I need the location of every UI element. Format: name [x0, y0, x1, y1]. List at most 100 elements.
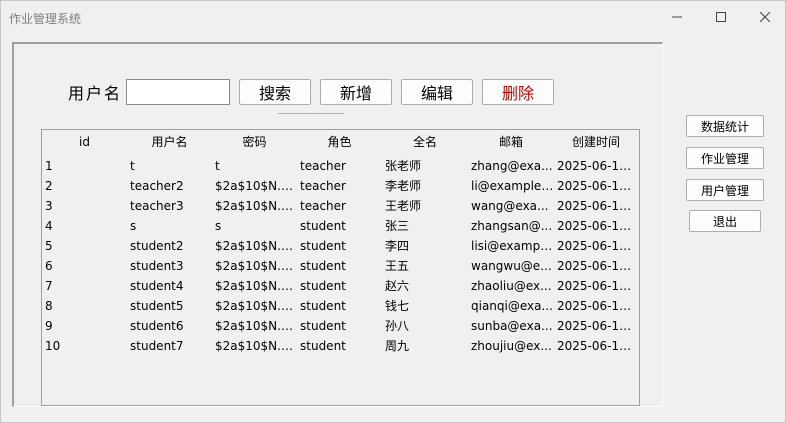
maximize-button[interactable]	[699, 1, 743, 33]
table-row[interactable]: 4 s s student 张三 zhangsan@... 2025-06-18…	[42, 216, 639, 236]
cell-id: 9	[45, 319, 53, 333]
cell-username: teacher3	[130, 199, 184, 213]
close-button[interactable]	[743, 1, 786, 33]
cell-fullname: 李老师	[385, 179, 422, 193]
cell-created-at: 2025-06-18 ...	[557, 339, 638, 353]
column-header-created-at[interactable]: 创建时间	[554, 130, 638, 154]
cell-role: student	[300, 299, 346, 313]
search-button[interactable]: 搜索	[239, 79, 311, 105]
cell-email: zhaoliu@ex...	[471, 279, 552, 293]
user-management-panel: 用户名 搜索 新增 编辑 删除 id 用户名 密码 角色 全名 邮箱 创建时间 …	[12, 42, 663, 407]
cell-password: s	[215, 219, 222, 233]
cell-role: teacher	[300, 199, 346, 213]
cell-fullname: 赵六	[385, 279, 410, 293]
stats-button[interactable]: 数据统计	[686, 115, 764, 137]
cell-password: $2a$10$N.z...	[215, 259, 297, 273]
cell-password: $2a$10$N.z...	[215, 339, 297, 353]
search-input[interactable]	[126, 79, 230, 105]
table-row[interactable]: 7 student4 $2a$10$N.z... student 赵六 zhao…	[42, 276, 639, 296]
cell-created-at: 2025-06-18 ...	[557, 179, 638, 193]
cell-created-at: 2025-06-18 ...	[557, 299, 638, 313]
cell-id: 4	[45, 219, 53, 233]
table-row[interactable]: 3 teacher3 $2a$10$N.z... teacher 王老师 wan…	[42, 196, 639, 216]
cell-fullname: 张三	[385, 219, 410, 233]
homework-management-button[interactable]: 作业管理	[686, 147, 764, 169]
table-row[interactable]: 1 t t teacher 张老师 zhang@exa... 2025-06-1…	[42, 156, 639, 176]
cell-password: $2a$10$N.z...	[215, 299, 297, 313]
cell-fullname: 周九	[385, 339, 410, 353]
cell-password: $2a$10$N.z...	[215, 279, 297, 293]
minimize-button[interactable]	[655, 1, 699, 33]
search-label: 用户名	[68, 84, 123, 103]
cell-role: student	[300, 339, 346, 353]
cell-created-at: 2025-06-18 ...	[557, 279, 638, 293]
cell-fullname: 李四	[385, 239, 410, 253]
cell-email: sunba@exa...	[471, 319, 553, 333]
window-title: 作业管理系统	[9, 12, 82, 26]
column-header-role[interactable]: 角色	[297, 130, 382, 154]
cell-email: zhangsan@...	[471, 219, 553, 233]
cell-role: student	[300, 239, 346, 253]
separator	[278, 113, 344, 114]
cell-email: qianqi@exa...	[471, 299, 553, 313]
column-header-email[interactable]: 邮箱	[468, 130, 554, 154]
cell-fullname: 王老师	[385, 199, 422, 213]
cell-username: student7	[130, 339, 184, 353]
table-row[interactable]: 2 teacher2 $2a$10$N.z... teacher 李老师 li@…	[42, 176, 639, 196]
cell-username: s	[130, 219, 137, 233]
user-table[interactable]: id 用户名 密码 角色 全名 邮箱 创建时间 1 t t teacher 张老…	[41, 129, 640, 406]
cell-role: teacher	[300, 179, 346, 193]
title-bar[interactable]: 作业管理系统	[1, 1, 785, 33]
cell-id: 3	[45, 199, 53, 213]
main-window: 作业管理系统 用户名 搜索 新增 编辑 删除 id 用户名 密码 角色 全名 邮…	[0, 0, 786, 423]
column-header-id[interactable]: id	[42, 130, 127, 154]
cell-email: wang@exa...	[471, 199, 549, 213]
table-row[interactable]: 5 student2 $2a$10$N.z... student 李四 lisi…	[42, 236, 639, 256]
cell-email: wangwu@e...	[471, 259, 552, 273]
cell-id: 1	[45, 159, 53, 173]
cell-password: $2a$10$N.z...	[215, 239, 297, 253]
cell-username: student6	[130, 319, 184, 333]
close-icon	[760, 12, 770, 22]
cell-email: li@example....	[471, 179, 554, 193]
cell-fullname: 王五	[385, 259, 410, 273]
exit-button[interactable]: 退出	[689, 210, 761, 232]
cell-email: zhang@exa...	[471, 159, 553, 173]
cell-fullname: 孙八	[385, 319, 410, 333]
column-header-username[interactable]: 用户名	[127, 130, 212, 154]
cell-id: 2	[45, 179, 53, 193]
cell-password: t	[215, 159, 220, 173]
cell-username: student2	[130, 239, 184, 253]
cell-id: 7	[45, 279, 53, 293]
cell-fullname: 张老师	[385, 159, 422, 173]
table-row[interactable]: 6 student3 $2a$10$N.z... student 王五 wang…	[42, 256, 639, 276]
edit-button[interactable]: 编辑	[401, 79, 473, 105]
delete-button[interactable]: 删除	[482, 79, 554, 105]
cell-created-at: 2025-06-18 ...	[557, 239, 638, 253]
cell-role: student	[300, 279, 346, 293]
cell-role: teacher	[300, 159, 346, 173]
cell-created-at: 2025-06-18 ...	[557, 199, 638, 213]
cell-role: student	[300, 319, 346, 333]
table-row[interactable]: 9 student6 $2a$10$N.z... student 孙八 sunb…	[42, 316, 639, 336]
cell-password: $2a$10$N.z...	[215, 319, 297, 333]
cell-id: 10	[45, 339, 61, 353]
user-management-button[interactable]: 用户管理	[686, 179, 764, 201]
cell-email: zhoujiu@ex...	[471, 339, 552, 353]
cell-id: 5	[45, 239, 53, 253]
table-body: 1 t t teacher 张老师 zhang@exa... 2025-06-1…	[42, 156, 639, 356]
maximize-icon	[716, 12, 726, 22]
column-header-password[interactable]: 密码	[212, 130, 297, 154]
cell-id: 8	[45, 299, 53, 313]
cell-id: 6	[45, 259, 53, 273]
table-row[interactable]: 8 student5 $2a$10$N.z... student 钱七 qian…	[42, 296, 639, 316]
cell-password: $2a$10$N.z...	[215, 199, 297, 213]
add-button[interactable]: 新增	[320, 79, 392, 105]
cell-username: student4	[130, 279, 184, 293]
column-header-fullname[interactable]: 全名	[382, 130, 468, 154]
cell-fullname: 钱七	[385, 299, 410, 313]
cell-role: student	[300, 219, 346, 233]
table-row[interactable]: 10 student7 $2a$10$N.z... student 周九 zho…	[42, 336, 639, 356]
cell-role: student	[300, 259, 346, 273]
cell-created-at: 2025-06-18 ...	[557, 219, 638, 233]
